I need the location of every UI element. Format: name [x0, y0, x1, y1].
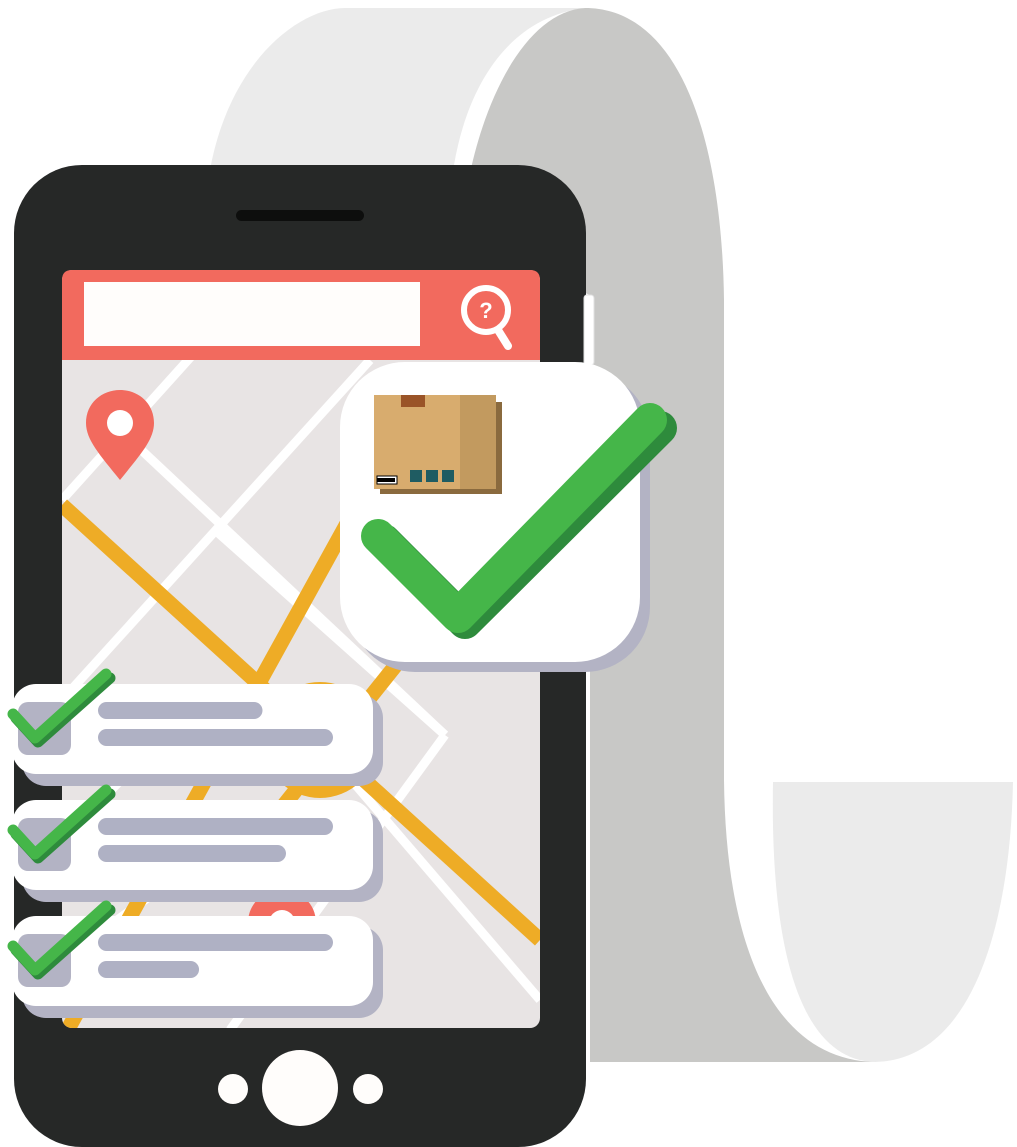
home-button[interactable]: [262, 1050, 338, 1126]
delivery-illustration: ?: [7, 8, 1013, 1147]
checklist: [7, 668, 383, 1018]
delivery-confirmation-card: [340, 362, 677, 672]
nav-dot-right[interactable]: [353, 1074, 383, 1104]
checklist-item[interactable]: [7, 900, 383, 1018]
text-placeholder-line: [98, 845, 286, 862]
checklist-item[interactable]: [7, 668, 383, 786]
svg-text:?: ?: [479, 298, 492, 323]
scroll-curl-end: [772, 782, 1013, 1062]
text-placeholder-line: [98, 702, 263, 719]
checklist-item[interactable]: [7, 784, 383, 902]
text-placeholder-line: [98, 961, 200, 978]
text-placeholder-line: [98, 729, 333, 746]
text-placeholder-line: [98, 818, 333, 835]
nav-dot-left[interactable]: [218, 1074, 248, 1104]
phone-side-bar: [583, 294, 595, 366]
phone-speaker: [236, 210, 364, 221]
search-bar: ?: [62, 270, 540, 360]
package-box-icon: [374, 395, 502, 494]
search-input[interactable]: [84, 282, 420, 346]
text-placeholder-line: [98, 934, 333, 951]
